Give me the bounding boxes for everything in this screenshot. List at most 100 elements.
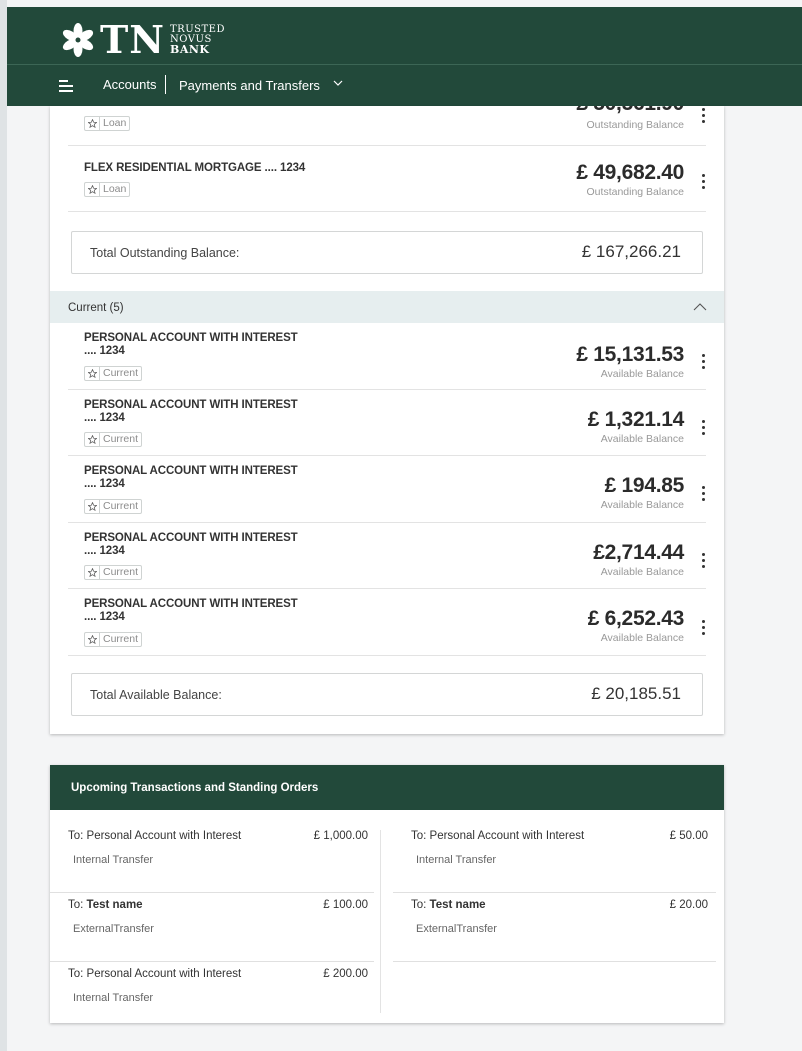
current-account-row[interactable]: PERSONAL ACCOUNT WITH INTEREST.... 1234 …: [68, 589, 706, 656]
badge-label: Current: [103, 566, 139, 578]
current-account-row[interactable]: PERSONAL ACCOUNT WITH INTEREST.... 1234 …: [68, 323, 706, 390]
account-amount-label: Outstanding Balance: [586, 119, 684, 131]
badge-label: Current: [103, 433, 139, 445]
account-amount-label: Outstanding Balance: [586, 186, 684, 198]
star-icon[interactable]: [85, 183, 100, 196]
account-number: .... 1234: [84, 545, 125, 557]
transaction-type: Internal Transfer: [416, 854, 497, 866]
row-divider: [393, 961, 716, 962]
account-type-badge: Current: [84, 432, 143, 447]
main-nav: Accounts Payments and Transfers: [7, 65, 802, 106]
account-amount: £2,714.44: [593, 541, 684, 564]
star-icon[interactable]: [85, 566, 100, 579]
transaction-item[interactable]: To: Personal Account with Interest £ 1,0…: [50, 824, 374, 893]
nav-separator: [165, 75, 166, 94]
card-title: Upcoming Transactions and Standing Order…: [71, 782, 319, 794]
page-left-strip: [0, 0, 7, 1051]
total-outstanding-balance: Total Outstanding Balance: £ 167,266.21: [71, 231, 703, 274]
account-number: .... 1234: [84, 345, 125, 357]
account-name-text: PERSONAL ACCOUNT WITH INTEREST: [84, 532, 298, 544]
current-section-header[interactable]: Current (5): [50, 291, 724, 323]
account-amount-label: Available Balance: [600, 433, 684, 445]
current-account-row[interactable]: PERSONAL ACCOUNT WITH INTEREST.... 1234 …: [68, 523, 706, 589]
transaction-recipient-name: Test name: [429, 899, 486, 911]
star-icon[interactable]: [85, 633, 100, 646]
row-divider: [68, 211, 706, 212]
account-number: 1234: [280, 162, 306, 174]
row-divider: [68, 655, 706, 656]
loan-account-row[interactable]: FLEX RESIDENTIAL MORTGAGE .... 1234 Loan…: [68, 146, 706, 212]
more-options-icon[interactable]: [702, 174, 706, 190]
star-icon[interactable]: [85, 500, 100, 513]
account-amount: £ 1,321.14: [587, 408, 685, 431]
star-icon[interactable]: [85, 433, 100, 446]
account-name-text: PERSONAL ACCOUNT WITH INTEREST: [84, 399, 298, 411]
transaction-item[interactable]: To: Personal Account with Interest £ 200…: [50, 962, 374, 1017]
brand-words: TRUSTED NOVUS BANK: [170, 25, 225, 56]
account-amount: £ 194.85: [604, 474, 685, 497]
loan-account-row-partial[interactable]: £ 50,561.90 Outstanding Balance Loan: [68, 106, 706, 146]
transaction-recipient: To: Personal Account with Interest: [411, 830, 585, 842]
transaction-type: ExternalTransfer: [73, 923, 154, 935]
chevron-up-icon[interactable]: [693, 303, 707, 311]
current-account-row[interactable]: PERSONAL ACCOUNT WITH INTEREST.... 1234 …: [68, 456, 706, 523]
nav-tab-payments-transfers[interactable]: Payments and Transfers: [179, 78, 320, 93]
account-amount-label: Available Balance: [600, 632, 684, 644]
account-name-text: PERSONAL ACCOUNT WITH INTEREST: [84, 465, 298, 477]
more-options-icon[interactable]: [702, 553, 706, 569]
account-type-badge: Current: [84, 366, 143, 381]
total-available-balance: Total Available Balance: £ 20,185.51: [71, 673, 703, 716]
transaction-amount: £ 50.00: [669, 830, 708, 842]
transaction-recipient: To: Personal Account with Interest: [68, 968, 242, 980]
more-options-icon[interactable]: [702, 108, 706, 124]
account-type-badge: Current: [84, 499, 143, 514]
chevron-down-icon[interactable]: [333, 79, 343, 87]
account-number: .... 1234: [84, 611, 125, 623]
transaction-recipient: To: Personal Account with Interest: [68, 830, 242, 842]
more-options-icon[interactable]: [702, 620, 706, 636]
transaction-amount: £ 100.00: [323, 899, 368, 911]
brand-word-bank: BANK: [170, 43, 210, 56]
account-amount-label: Available Balance: [600, 499, 684, 511]
current-account-row[interactable]: PERSONAL ACCOUNT WITH INTEREST.... 1234 …: [68, 390, 706, 456]
account-type-badge: Current: [84, 565, 143, 580]
account-name-text: PERSONAL ACCOUNT WITH INTEREST: [84, 332, 298, 344]
star-icon[interactable]: [85, 117, 100, 130]
column-divider: [380, 830, 381, 1013]
transaction-recipient-prefix: To:: [411, 899, 430, 911]
account-amount: £ 49,682.40: [576, 161, 684, 184]
badge-label: Current: [103, 633, 139, 645]
star-icon[interactable]: [85, 367, 100, 380]
transaction-recipient: To: Test name: [68, 899, 143, 911]
account-amount-label: Available Balance: [600, 566, 684, 578]
account-number: .... 1234: [84, 478, 125, 490]
more-options-icon[interactable]: [702, 420, 706, 436]
total-label: Total Available Balance:: [90, 688, 222, 702]
hamburger-menu-icon[interactable]: [59, 79, 73, 93]
total-amount: £ 167,266.21: [581, 242, 681, 261]
total-label: Total Outstanding Balance:: [90, 246, 240, 260]
nav-tab-accounts[interactable]: Accounts: [103, 77, 156, 92]
account-number: .... 1234: [84, 412, 125, 424]
transaction-type: Internal Transfer: [73, 854, 154, 866]
account-amount: £ 50,561.90: [576, 106, 684, 116]
bank-logo[interactable]: TN TRUSTED NOVUS BANK: [60, 16, 225, 64]
transaction-item[interactable]: To: Test name £ 100.00 ExternalTransfer: [50, 893, 374, 962]
account-type-badge: Loan: [84, 116, 131, 131]
badge-label: Loan: [103, 117, 127, 129]
more-options-icon[interactable]: [702, 354, 706, 370]
account-name: PERSONAL ACCOUNT WITH INTEREST.... 1234: [84, 532, 298, 558]
account-amount: £ 15,131.53: [576, 343, 684, 366]
upcoming-transactions-card: Upcoming Transactions and Standing Order…: [50, 765, 724, 1023]
transaction-amount: £ 200.00: [323, 968, 368, 980]
account-name: PERSONAL ACCOUNT WITH INTEREST.... 1234: [84, 465, 298, 491]
more-options-icon[interactable]: [702, 486, 706, 502]
account-name: PERSONAL ACCOUNT WITH INTEREST.... 1234: [84, 332, 298, 358]
transaction-item[interactable]: To: Personal Account with Interest £ 50.…: [393, 824, 716, 893]
account-amount-label: Available Balance: [600, 368, 684, 380]
total-amount: £ 20,185.51: [591, 684, 681, 703]
transaction-type: Internal Transfer: [73, 992, 154, 1004]
transaction-amount: £ 20.00: [669, 899, 708, 911]
app-header: TN TRUSTED NOVUS BANK Accounts Payments …: [7, 7, 802, 106]
transaction-item[interactable]: To: Test name £ 20.00 ExternalTransfer: [393, 893, 716, 962]
